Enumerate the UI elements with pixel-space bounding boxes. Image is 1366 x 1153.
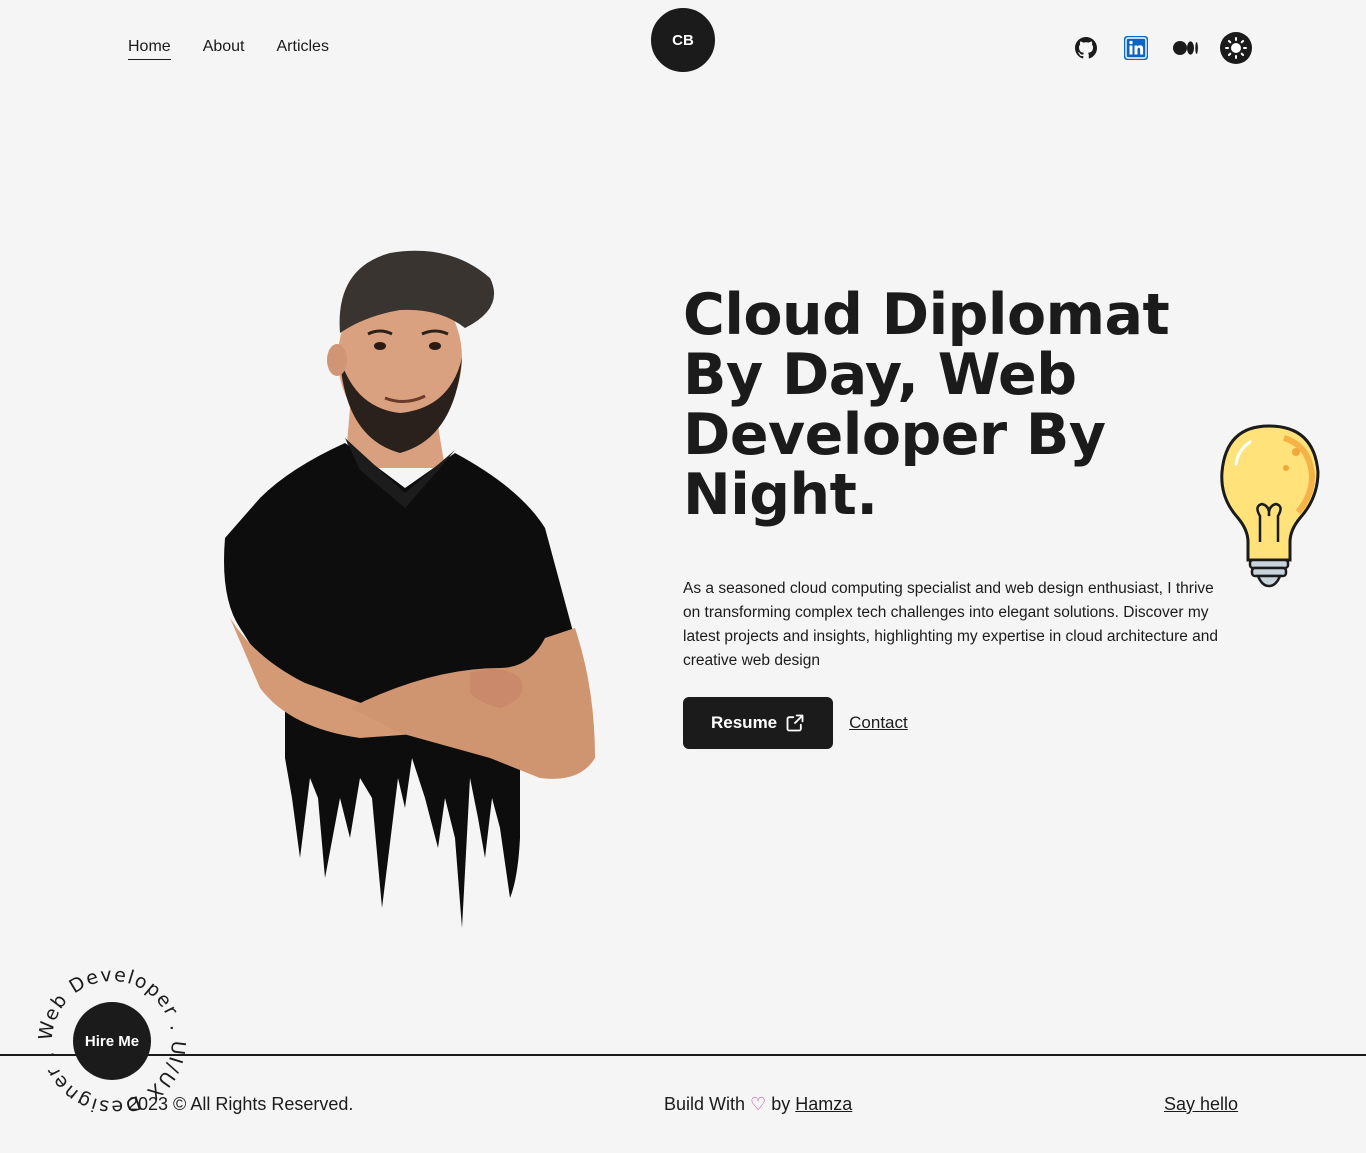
hero-actions: Resume Contact: [683, 697, 1243, 749]
logo[interactable]: CB: [651, 8, 715, 72]
contact-link[interactable]: Contact: [849, 713, 908, 733]
profile-portrait-image: [224, 250, 595, 928]
heart-icon: ♡: [750, 1094, 767, 1114]
main-nav: Home About Articles: [128, 38, 329, 60]
linkedin-icon[interactable]: [1120, 32, 1152, 64]
hero-section: Cloud Diplomat By Day, Web Developer By …: [683, 285, 1243, 749]
build-credit: Build With ♡ by Hamza: [664, 1094, 852, 1115]
author-link[interactable]: Hamza: [795, 1094, 852, 1114]
copyright-text: 2023 © All Rights Reserved.: [128, 1094, 354, 1114]
lightbulb-icon: [1220, 424, 1320, 588]
social-links: [1070, 32, 1252, 64]
resume-label: Resume: [711, 713, 778, 732]
hero-headline: Cloud Diplomat By Day, Web Developer By …: [683, 282, 1170, 528]
sun-icon: [1225, 37, 1247, 59]
github-icon[interactable]: [1070, 32, 1102, 64]
hire-me-button[interactable]: Hire Me: [73, 1002, 151, 1080]
footer-divider: [0, 1054, 1366, 1056]
nav-about-link[interactable]: About: [203, 38, 245, 60]
build-by: by: [771, 1094, 791, 1114]
nav-home-link[interactable]: Home: [128, 38, 171, 60]
nav-articles-link[interactable]: Articles: [277, 38, 329, 60]
hire-me-badge: Web Developer . UI/UX Designer . Hire Me: [34, 962, 188, 1119]
say-hello-link[interactable]: Say hello: [1164, 1094, 1238, 1115]
resume-button[interactable]: Resume: [683, 697, 834, 749]
theme-toggle-button[interactable]: [1220, 32, 1252, 64]
medium-icon[interactable]: [1170, 32, 1202, 64]
hero-description: As a seasoned cloud computing specialist…: [683, 580, 1219, 669]
build-prefix: Build With: [664, 1094, 746, 1114]
external-link-icon: [786, 714, 804, 732]
